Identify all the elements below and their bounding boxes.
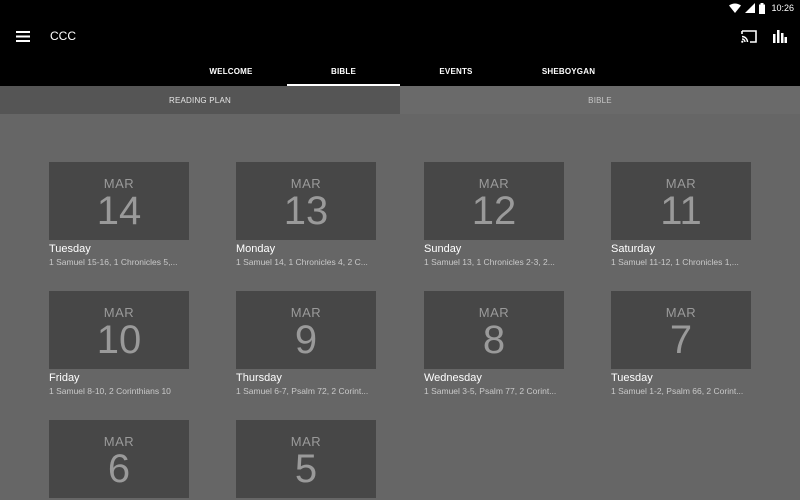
date-tile: MAR 6 — [49, 420, 189, 498]
card-day: 11 — [660, 189, 702, 233]
date-tile: MAR 8 — [424, 291, 564, 369]
card-readings: 1 Samuel 13, 1 Chronicles 2-3, 2... — [424, 257, 555, 267]
app-title: CCC — [50, 29, 76, 43]
reading-card[interactable]: MAR 8 Wednesday 1 Samuel 3-5, Psalm 77, … — [424, 291, 564, 396]
card-weekday: Tuesday — [49, 243, 91, 255]
date-tile: MAR 11 — [611, 162, 751, 240]
reading-card[interactable]: MAR 6 — [49, 420, 189, 498]
status-bar: 10:26 — [0, 0, 800, 16]
date-tile: MAR 14 — [49, 162, 189, 240]
card-day: 14 — [96, 189, 142, 233]
card-readings: 1 Samuel 1-2, Psalm 66, 2 Corint... — [611, 386, 744, 396]
card-weekday: Sunday — [424, 243, 462, 255]
sub-tabs: READING PLAN BIBLE — [0, 86, 800, 114]
date-tile: MAR 7 — [611, 291, 751, 369]
card-day: 5 — [294, 447, 318, 491]
card-day: 10 — [96, 318, 142, 362]
menu-button[interactable] — [12, 26, 34, 46]
card-day: 7 — [669, 318, 693, 362]
card-weekday: Thursday — [236, 372, 282, 384]
stats-button[interactable] — [769, 26, 791, 46]
tab-events[interactable]: EVENTS — [400, 56, 512, 86]
bar-chart-icon — [773, 29, 787, 43]
date-tile: MAR 9 — [236, 291, 376, 369]
card-day: 8 — [482, 318, 506, 362]
card-weekday: Saturday — [611, 243, 656, 255]
reading-card[interactable]: MAR 14 Tuesday 1 Samuel 15-16, 1 Chronic… — [49, 162, 189, 267]
reading-card[interactable]: MAR 9 Thursday 1 Samuel 6-7, Psalm 72, 2… — [236, 291, 376, 396]
card-weekday: Monday — [236, 243, 276, 255]
card-day: 12 — [471, 189, 517, 233]
reading-card[interactable]: MAR 10 Friday 1 Samuel 8-10, 2 Corinthia… — [49, 291, 189, 396]
date-tile: MAR 10 — [49, 291, 189, 369]
reading-card[interactable]: MAR 13 Monday 1 Samuel 14, 1 Chronicles … — [236, 162, 376, 267]
tab-welcome[interactable]: WELCOME — [175, 56, 287, 86]
card-readings: 1 Samuel 15-16, 1 Chronicles 5,... — [49, 257, 178, 267]
cast-icon — [741, 29, 757, 43]
card-weekday: Wednesday — [424, 372, 482, 384]
card-day: 9 — [294, 318, 318, 362]
reading-card[interactable]: MAR 7 Tuesday 1 Samuel 1-2, Psalm 66, 2 … — [611, 291, 751, 396]
cast-button[interactable] — [738, 26, 760, 46]
reading-card[interactable]: MAR 11 Saturday 1 Samuel 11-12, 1 Chroni… — [611, 162, 751, 267]
status-icons: 10:26 — [729, 1, 794, 15]
battery-icon — [759, 2, 766, 14]
card-readings: 1 Samuel 14, 1 Chronicles 4, 2 C... — [236, 257, 368, 267]
date-tile: MAR 13 — [236, 162, 376, 240]
card-day: 13 — [283, 189, 329, 233]
date-tile: MAR 5 — [236, 420, 376, 498]
wifi-icon — [729, 3, 742, 13]
card-weekday: Friday — [49, 372, 80, 384]
tab-bible[interactable]: BIBLE — [287, 56, 400, 86]
app-bar: CCC — [0, 16, 800, 56]
date-tile: MAR 12 — [424, 162, 564, 240]
card-readings: 1 Samuel 11-12, 1 Chronicles 1,... — [611, 257, 739, 267]
main-tabs: WELCOME BIBLE EVENTS SHEBOYGAN — [0, 56, 800, 86]
card-readings: 1 Samuel 8-10, 2 Corinthians 10 — [49, 386, 171, 396]
card-weekday: Tuesday — [611, 372, 653, 384]
signal-icon — [745, 3, 756, 13]
card-day: 6 — [107, 447, 131, 491]
subtab-bible[interactable]: BIBLE — [400, 86, 800, 114]
status-time: 10:26 — [771, 3, 794, 13]
card-readings: 1 Samuel 6-7, Psalm 72, 2 Corint... — [236, 386, 369, 396]
tab-sheboygan[interactable]: SHEBOYGAN — [512, 56, 625, 86]
reading-plan-list: MAR 14 Tuesday 1 Samuel 15-16, 1 Chronic… — [0, 114, 800, 500]
card-readings: 1 Samuel 3-5, Psalm 77, 2 Corint... — [424, 386, 557, 396]
hamburger-menu-icon — [16, 30, 30, 42]
reading-card[interactable]: MAR 5 — [236, 420, 376, 498]
subtab-reading-plan[interactable]: READING PLAN — [0, 86, 400, 114]
reading-card[interactable]: MAR 12 Sunday 1 Samuel 13, 1 Chronicles … — [424, 162, 564, 267]
